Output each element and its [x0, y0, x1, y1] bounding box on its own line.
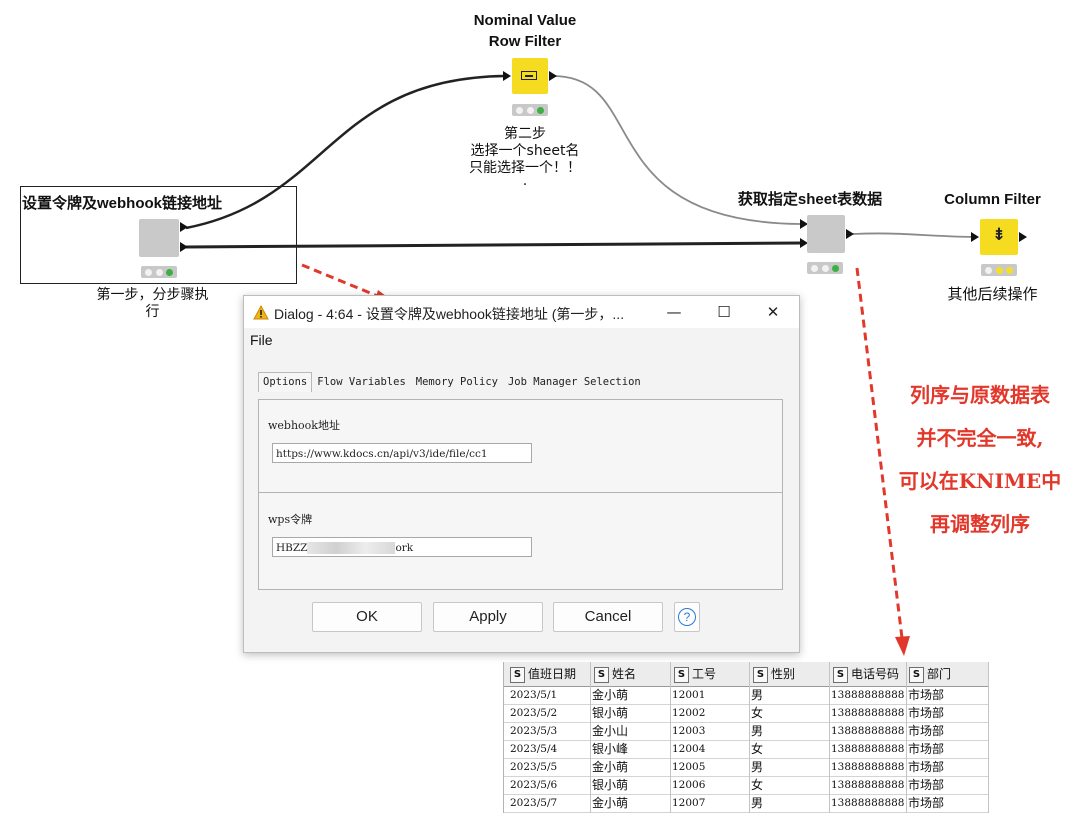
- column-filter-node[interactable]: ⇟: [980, 219, 1018, 255]
- table-cell: 13888888888: [831, 707, 905, 719]
- nominal-row-filter-node[interactable]: [512, 58, 548, 94]
- result-data-table: S 值班日期 S 姓名 S 工号 S 性别 S 电话号码 S 部门 2023/5/1 金小萌 1…: [503, 662, 996, 813]
- table-cell: 市场部: [908, 796, 945, 810]
- token-node-title: 设置令牌及webhook链接地址: [22, 195, 223, 212]
- table-cell: 12003: [672, 725, 706, 737]
- table-cell: 男: [751, 688, 764, 702]
- table-cell: 12002: [672, 707, 706, 719]
- table-cell: 12006: [672, 779, 706, 791]
- tab-options[interactable]: Options: [258, 372, 313, 392]
- nominal-node-caption: 第二步 选择一个sheet名 只能选择一个！！ .: [469, 126, 581, 189]
- table-cell: 13888888888: [831, 797, 905, 809]
- table-row[interactable]: 2023/5/4 银小峰 12004 女 13888888888 市场部: [504, 740, 988, 759]
- table-cell: 12004: [672, 743, 706, 755]
- webhook-label: webhook地址: [268, 419, 340, 432]
- column-header-department[interactable]: S 部门: [909, 665, 951, 683]
- table-cell: 男: [751, 796, 764, 810]
- minimize-button[interactable]: —: [662, 300, 686, 324]
- table-cell: 13888888888: [831, 779, 905, 791]
- node-config-dialog: Dialog - 4:64 - 设置令牌及webhook链接地址 (第一步，..…: [243, 295, 800, 653]
- table-cell: 2023/5/6: [510, 779, 558, 791]
- tab-job-manager-selection[interactable]: Job Manager Selection: [503, 372, 646, 392]
- table-row[interactable]: 2023/5/7 金小萌 12007 男 13888888888 市场部: [504, 794, 988, 813]
- ok-button[interactable]: OK: [312, 602, 422, 632]
- fetch-sheet-node[interactable]: [807, 215, 845, 253]
- nominal-node-status-lights: [512, 104, 548, 116]
- webhook-input[interactable]: https://www.kdocs.cn/api/v3/ide/file/cc1: [272, 443, 532, 463]
- column-filter-node-title: Column Filter: [944, 191, 1041, 208]
- table-cell: 金小萌: [592, 796, 629, 810]
- table-cell: 2023/5/7: [510, 797, 558, 809]
- table-cell: 市场部: [908, 778, 945, 792]
- cancel-button[interactable]: Cancel: [553, 602, 663, 632]
- table-row[interactable]: 2023/5/1 金小萌 12001 男 13888888888 市场部: [504, 686, 988, 705]
- apply-button[interactable]: Apply: [433, 602, 543, 632]
- table-cell: 2023/5/5: [510, 761, 558, 773]
- column-order-annotation: 列序与原数据表 并不完全一致, 可以在KNIME中 再调整列序: [898, 383, 1062, 536]
- column-header-date[interactable]: S 值班日期: [510, 665, 576, 683]
- table-cell: 13888888888: [831, 689, 905, 701]
- dialog-tab-strip: Options Flow Variables Memory Policy Job…: [258, 372, 646, 392]
- table-cell: 女: [751, 778, 764, 792]
- fetch-node-title: 获取指定sheet表数据: [737, 191, 883, 208]
- nominal-node-title: Nominal Value Row Filter: [473, 12, 577, 50]
- table-row[interactable]: 2023/5/2 银小萌 12002 女 13888888888 市场部: [504, 704, 988, 723]
- table-cell: 男: [751, 724, 764, 738]
- table-cell: 金小山: [592, 724, 629, 738]
- table-row[interactable]: 2023/5/6 银小萌 12006 女 13888888888 市场部: [504, 776, 988, 795]
- dialog-title: Dialog - 4:64 - 设置令牌及webhook链接地址 (第一步，..…: [274, 306, 625, 322]
- table-cell: 12007: [672, 797, 706, 809]
- help-icon: ?: [678, 608, 696, 626]
- table-cell: 市场部: [908, 706, 945, 720]
- table-row[interactable]: 2023/5/5 金小萌 12005 男 13888888888 市场部: [504, 758, 988, 777]
- table-cell: 市场部: [908, 760, 945, 774]
- table-cell: 银小峰: [592, 742, 629, 756]
- token-node[interactable]: [139, 219, 179, 257]
- table-cell: 市场部: [908, 742, 945, 756]
- table-cell: 2023/5/1: [510, 689, 558, 701]
- column-filter-icon: ⇟: [991, 225, 1007, 245]
- table-cell: 13888888888: [831, 761, 905, 773]
- table-cell: 12005: [672, 761, 706, 773]
- redacted-token-blur: [307, 542, 396, 554]
- column-header-name[interactable]: S 姓名: [594, 665, 636, 683]
- tab-flow-variables[interactable]: Flow Variables: [312, 372, 411, 392]
- column-header-id[interactable]: S 工号: [674, 665, 716, 683]
- knime-warning-icon: [253, 305, 269, 320]
- table-cell: 13888888888: [831, 743, 905, 755]
- column-header-gender[interactable]: S 性别: [753, 665, 795, 683]
- tab-memory-policy[interactable]: Memory Policy: [411, 372, 503, 392]
- table-header: S 值班日期 S 姓名 S 工号 S 性别 S 电话号码 S 部门: [504, 662, 988, 687]
- table-cell: 12001: [672, 689, 706, 701]
- token-node-status-lights: [141, 266, 177, 278]
- table-cell: 市场部: [908, 688, 945, 702]
- dialog-titlebar[interactable]: Dialog - 4:64 - 设置令牌及webhook链接地址 (第一步，..…: [244, 296, 799, 328]
- close-button[interactable]: ✕: [761, 300, 785, 324]
- fetch-node-status-lights: [807, 262, 843, 274]
- table-cell: 市场部: [908, 724, 945, 738]
- table-cell: 银小萌: [592, 706, 629, 720]
- column-header-phone[interactable]: S 电话号码: [833, 665, 899, 683]
- table-row[interactable]: 2023/5/3 金小山 12003 男 13888888888 市场部: [504, 722, 988, 741]
- table-cell: 2023/5/2: [510, 707, 558, 719]
- table-cell: 男: [751, 760, 764, 774]
- column-filter-status-lights: [981, 264, 1017, 276]
- wps-token-label: wps令牌: [268, 513, 313, 526]
- table-cell: 女: [751, 706, 764, 720]
- table-cell: 2023/5/4: [510, 743, 558, 755]
- table-cell: 女: [751, 742, 764, 756]
- token-node-caption: 第一步，分步骤执 行: [96, 287, 209, 320]
- wps-token-input[interactable]: HBZZ ork: [272, 537, 532, 557]
- table-cell: 银小萌: [592, 778, 629, 792]
- maximize-button[interactable]: ☐: [712, 300, 736, 324]
- table-cell: 2023/5/3: [510, 725, 558, 737]
- table-cell: 金小萌: [592, 760, 629, 774]
- dialog-menu-file[interactable]: File: [250, 332, 273, 348]
- table-cell: 13888888888: [831, 725, 905, 737]
- help-button[interactable]: ?: [674, 602, 700, 632]
- wps-token-panel: wps令牌 HBZZ ork: [258, 492, 783, 590]
- column-filter-caption: 其他后续操作: [947, 285, 1038, 303]
- webhook-panel: webhook地址 https://www.kdocs.cn/api/v3/id…: [258, 399, 783, 493]
- table-cell: 金小萌: [592, 688, 629, 702]
